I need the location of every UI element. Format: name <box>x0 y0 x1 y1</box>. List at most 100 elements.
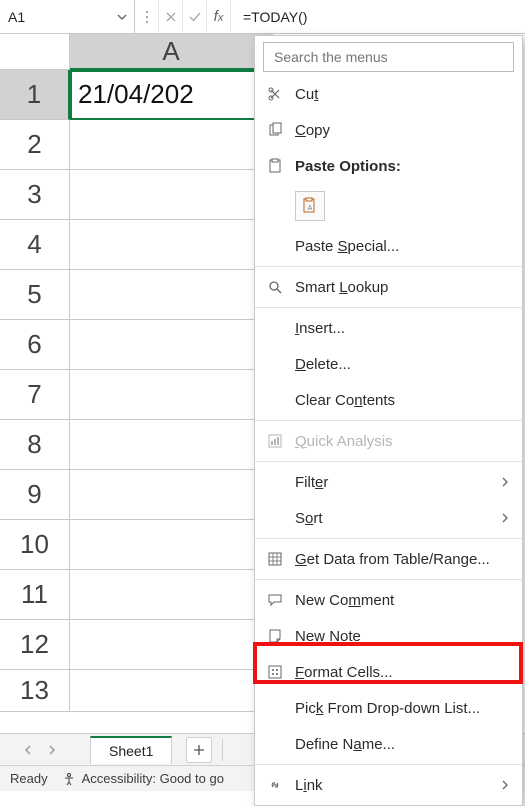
row-header-10[interactable]: 10 <box>0 520 70 570</box>
menu-clear-contents-label: Clear Contents <box>295 392 395 409</box>
row-header-4[interactable]: 4 <box>0 220 70 270</box>
search-icon <box>263 279 287 295</box>
cell-a8[interactable] <box>70 420 273 470</box>
separator-dots <box>135 0 159 33</box>
context-menu-search <box>263 42 514 72</box>
cell-a12[interactable] <box>70 620 273 670</box>
status-accessibility[interactable]: Accessibility: Good to go <box>62 771 224 786</box>
menu-paste-options-label: Paste Options: <box>295 158 401 175</box>
separator <box>255 579 522 580</box>
accessibility-icon <box>62 772 76 786</box>
row-header-8[interactable]: 8 <box>0 420 70 470</box>
chevron-right-icon <box>500 780 510 790</box>
menu-get-data-label: Get Data from Table/Range... <box>295 551 490 568</box>
sheet-tab-sheet1[interactable]: Sheet1 <box>90 736 172 764</box>
menu-smart-lookup[interactable]: Smart Lookup <box>255 269 522 305</box>
column-header-a[interactable]: A <box>70 34 273 70</box>
cell-a5[interactable] <box>70 270 273 320</box>
clipboard-paste-icon: A <box>301 197 319 215</box>
dots-vertical-icon <box>144 10 150 24</box>
menu-paste-special[interactable]: Paste Special... <box>255 228 522 264</box>
menu-cut-label: Cut <box>295 86 318 103</box>
formula-value[interactable]: =TODAY() <box>231 9 307 25</box>
status-accessibility-label: Accessibility: Good to go <box>82 771 224 786</box>
menu-paste-options-header: Paste Options: <box>255 148 522 184</box>
cell-a10[interactable] <box>70 520 273 570</box>
cancel-formula-button[interactable] <box>159 0 183 33</box>
column-headers: A <box>70 34 273 70</box>
menu-delete[interactable]: Delete... <box>255 346 522 382</box>
row-header-12[interactable]: 12 <box>0 620 70 670</box>
chevron-down-icon <box>116 11 128 23</box>
select-all-corner[interactable] <box>0 34 70 70</box>
note-icon <box>263 628 287 644</box>
row-header-9[interactable]: 9 <box>0 470 70 520</box>
cell-a6[interactable] <box>70 320 273 370</box>
sheet-next-button[interactable] <box>42 740 62 760</box>
separator <box>255 307 522 308</box>
row-header-7[interactable]: 7 <box>0 370 70 420</box>
menu-define-name-label: Define Name... <box>295 736 395 753</box>
scissors-icon <box>263 86 287 102</box>
cell-a7[interactable] <box>70 370 273 420</box>
menu-new-note[interactable]: New Note <box>255 618 522 654</box>
menu-copy[interactable]: Copy <box>255 112 522 148</box>
cell-a3[interactable] <box>70 170 273 220</box>
paste-default-button[interactable]: A <box>295 191 325 221</box>
menu-sort[interactable]: Sort <box>255 500 522 536</box>
search-menus-input[interactable] <box>263 42 514 72</box>
cell-a2[interactable] <box>70 120 273 170</box>
menu-define-name[interactable]: Define Name... <box>255 726 522 762</box>
menu-filter-label: Filter <box>295 474 328 491</box>
row-header-11[interactable]: 11 <box>0 570 70 620</box>
name-box-input[interactable] <box>8 9 98 25</box>
menu-quick-analysis: Quick Analysis <box>255 423 522 459</box>
sheet-prev-button[interactable] <box>18 740 38 760</box>
cell-a4[interactable] <box>70 220 273 270</box>
confirm-formula-button[interactable] <box>183 0 207 33</box>
cell-a1[interactable]: 21/04/202 <box>70 70 273 120</box>
menu-get-data[interactable]: Get Data from Table/Range... <box>255 541 522 577</box>
cell-a13[interactable] <box>70 670 273 712</box>
menu-new-comment[interactable]: New Comment <box>255 582 522 618</box>
chevron-right-icon <box>47 744 57 756</box>
menu-delete-label: Delete... <box>295 356 351 373</box>
menu-insert[interactable]: Insert... <box>255 310 522 346</box>
add-sheet-button[interactable] <box>186 737 212 763</box>
cell-a11[interactable] <box>70 570 273 620</box>
menu-pick-list[interactable]: Pick From Drop-down List... <box>255 690 522 726</box>
rows: 1 21/04/202 2 3 4 5 6 7 8 9 10 11 12 13 <box>0 70 273 712</box>
menu-sort-label: Sort <box>295 510 323 527</box>
menu-copy-label: Copy <box>295 122 330 139</box>
row-header-5[interactable]: 5 <box>0 270 70 320</box>
row-header-6[interactable]: 6 <box>0 320 70 370</box>
menu-quick-analysis-label: Quick Analysis <box>295 433 393 450</box>
row-header-13[interactable]: 13 <box>0 670 70 712</box>
insert-function-button[interactable]: fx <box>207 0 231 33</box>
x-icon <box>165 11 177 23</box>
separator <box>255 420 522 421</box>
format-cells-icon <box>263 664 287 680</box>
plus-icon <box>192 743 206 757</box>
menu-filter[interactable]: Filter <box>255 464 522 500</box>
menu-format-cells[interactable]: Format Cells... <box>255 654 522 690</box>
name-box-dropdown[interactable] <box>116 11 128 23</box>
row-header-3[interactable]: 3 <box>0 170 70 220</box>
fx-icon: fx <box>214 8 224 25</box>
menu-format-cells-label: Format Cells... <box>295 664 393 681</box>
paste-options-row: A <box>255 184 522 228</box>
menu-paste-special-label: Paste Special... <box>295 238 399 255</box>
row-header-1[interactable]: 1 <box>0 70 70 120</box>
formula-bar: fx =TODAY() <box>0 0 525 34</box>
separator <box>255 764 522 765</box>
cell-a9[interactable] <box>70 470 273 520</box>
chevron-right-icon <box>500 513 510 523</box>
menu-link[interactable]: Link <box>255 767 522 803</box>
menu-cut[interactable]: Cut <box>255 76 522 112</box>
menu-clear-contents[interactable]: Clear Contents <box>255 382 522 418</box>
separator <box>255 461 522 462</box>
chevron-right-icon <box>500 477 510 487</box>
menu-insert-label: Insert... <box>295 320 345 337</box>
name-box-wrap <box>0 0 135 33</box>
row-header-2[interactable]: 2 <box>0 120 70 170</box>
